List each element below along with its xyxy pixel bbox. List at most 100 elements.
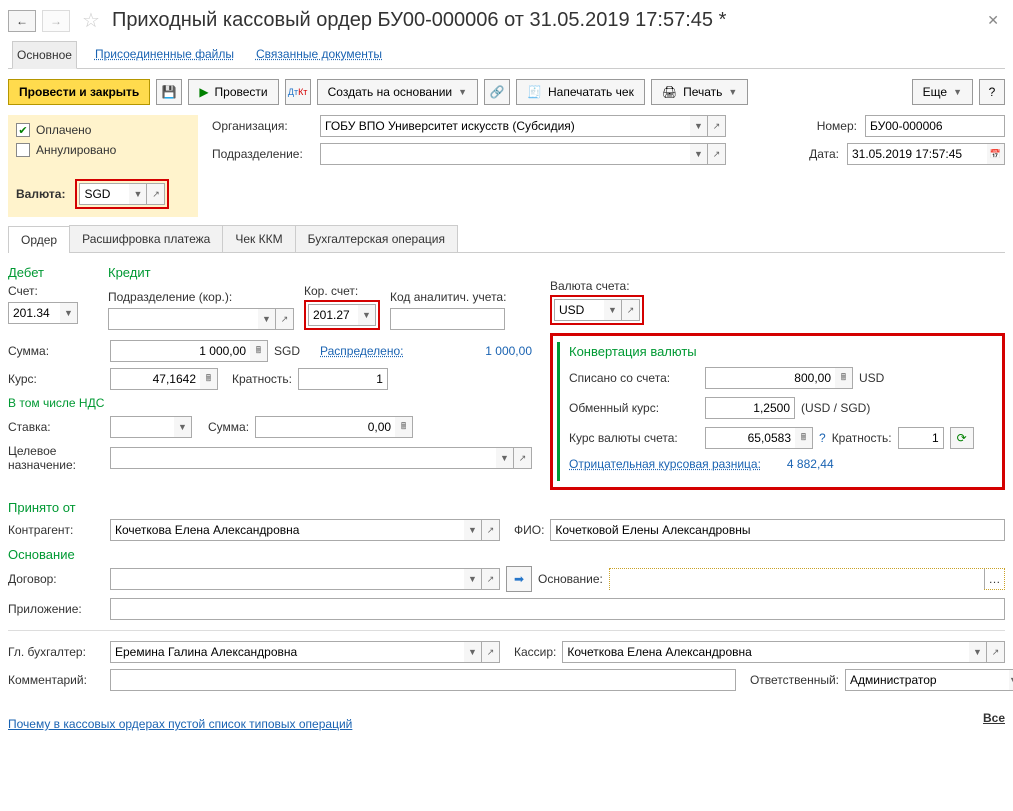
open-ref-button[interactable]: ↗ (708, 143, 726, 165)
dept-cor-label: Подразделение (кор.): (108, 290, 294, 304)
acc-rate-input[interactable] (705, 427, 795, 449)
cancelled-checkbox[interactable]: Аннулировано (16, 143, 190, 157)
mult-input[interactable] (298, 368, 388, 390)
attach-label: Приложение: (8, 602, 104, 616)
sum-input[interactable] (110, 340, 250, 362)
dt-kt-button[interactable]: ДтКт (285, 79, 311, 105)
dropdown-button[interactable]: ▼ (496, 447, 514, 469)
nav-forward-button[interactable]: → (42, 10, 70, 32)
calculator-icon[interactable]: 🖩 (395, 416, 413, 438)
post-close-button[interactable]: Провести и закрыть (8, 79, 150, 105)
help-icon[interactable]: ? (819, 431, 826, 445)
attach-input[interactable] (110, 598, 1005, 620)
open-ref-button[interactable]: ↗ (482, 641, 500, 663)
calculator-icon[interactable]: 🖩 (795, 427, 813, 449)
dropdown-button[interactable]: ▼ (690, 115, 708, 137)
neg-diff-link[interactable]: Отрицательная курсовая разница: (569, 457, 761, 471)
cor-acc-input[interactable] (308, 304, 358, 326)
dropdown-button[interactable]: ▼ (690, 143, 708, 165)
fill-basis-button[interactable]: ➡ (506, 566, 532, 592)
ellipsis-button[interactable]: … (984, 569, 1004, 589)
acc-label: Счет: (8, 284, 78, 298)
fio-input[interactable] (550, 519, 1005, 541)
calendar-icon[interactable]: 📅 (987, 143, 1005, 165)
fio-label: ФИО: (514, 523, 544, 537)
paid-checkbox[interactable]: ✔ Оплачено (16, 123, 190, 137)
open-ref-button[interactable]: ↗ (482, 568, 500, 590)
date-input[interactable] (847, 143, 987, 165)
dropdown-button[interactable]: ▼ (464, 641, 482, 663)
currency-input[interactable] (79, 183, 129, 205)
dept-input[interactable] (320, 143, 690, 165)
nav-back-button[interactable]: ← (8, 10, 36, 32)
refresh-button[interactable]: ⟳ (950, 427, 974, 449)
num-input[interactable] (865, 115, 1005, 137)
tab-decode[interactable]: Расшифровка платежа (69, 225, 223, 252)
anal-input[interactable] (390, 308, 505, 330)
dropdown-button[interactable]: ▼ (604, 299, 622, 321)
dropdown-button[interactable]: ▼ (60, 302, 78, 324)
open-ref-button[interactable]: ↗ (276, 308, 294, 330)
dropdown-button[interactable]: ▼ (174, 416, 192, 438)
print-button[interactable]: 🖨Печать▼ (651, 79, 748, 105)
dropdown-button[interactable]: ▼ (969, 641, 987, 663)
open-ref-button[interactable]: ↗ (514, 447, 532, 469)
resp-input[interactable] (845, 669, 1009, 691)
written-label: Списано со счета: (569, 371, 699, 385)
vat-rate-input[interactable] (110, 416, 174, 438)
favorite-star-icon[interactable]: ☆ (82, 8, 100, 33)
dropdown-button[interactable]: ▼ (464, 568, 482, 590)
dropdown-button[interactable]: ▼ (1009, 669, 1013, 691)
rate-input[interactable] (110, 368, 200, 390)
save-button[interactable]: 💾 (156, 79, 182, 105)
comment-input[interactable] (110, 669, 736, 691)
credit-head: Кредит (108, 265, 532, 280)
close-icon[interactable]: ✕ (981, 12, 1005, 29)
open-ref-button[interactable]: ↗ (482, 519, 500, 541)
tab-files[interactable]: Присоединенные файлы (91, 41, 238, 68)
conv-mult-input[interactable] (898, 427, 944, 449)
tab-related[interactable]: Связанные документы (252, 41, 386, 68)
post-button[interactable]: ▶Провести (188, 79, 278, 105)
tab-kkm[interactable]: Чек ККМ (222, 225, 295, 252)
calculator-icon[interactable]: 🖩 (250, 340, 268, 362)
vat-sum-input[interactable] (255, 416, 395, 438)
chief-input[interactable] (110, 641, 464, 663)
calculator-icon[interactable]: 🖩 (835, 367, 853, 389)
why-empty-link[interactable]: Почему в кассовых ордерах пустой список … (8, 717, 352, 731)
create-based-button[interactable]: Создать на основании▼ (317, 79, 478, 105)
exch-input[interactable] (705, 397, 795, 419)
print-check-button[interactable]: 🧾Напечатать чек (516, 79, 645, 105)
open-ref-button[interactable]: ↗ (708, 115, 726, 137)
acc-curr-input[interactable] (554, 299, 604, 321)
open-ref-button[interactable]: ↗ (147, 183, 165, 205)
open-ref-button[interactable]: ↗ (987, 641, 1005, 663)
calculator-icon[interactable]: 🖩 (200, 368, 218, 390)
cashier-input[interactable] (562, 641, 969, 663)
link-button[interactable]: 🔗 (484, 79, 510, 105)
contragent-input[interactable] (110, 519, 464, 541)
tab-acc[interactable]: Бухгалтерская операция (295, 225, 458, 252)
purpose-input[interactable] (110, 447, 496, 469)
basis-input[interactable] (610, 569, 984, 591)
dept-cor-input[interactable] (108, 308, 258, 330)
tab-main[interactable]: Основное (12, 41, 77, 69)
chevron-down-icon: ▼ (953, 87, 962, 97)
dropdown-button[interactable]: ▼ (464, 519, 482, 541)
contract-input[interactable] (110, 568, 464, 590)
sum-label: Сумма: (8, 344, 104, 358)
tab-order[interactable]: Ордер (8, 226, 70, 253)
written-input[interactable] (705, 367, 835, 389)
distributed-link[interactable]: Распределено: (320, 344, 403, 358)
dropdown-button[interactable]: ▼ (358, 304, 376, 326)
org-input[interactable] (320, 115, 690, 137)
dropdown-button[interactable]: ▼ (258, 308, 276, 330)
open-ref-button[interactable]: ↗ (622, 299, 640, 321)
resp-label: Ответственный: (750, 673, 839, 687)
debit-acc-input[interactable] (8, 302, 60, 324)
help-button[interactable]: ? (979, 79, 1005, 105)
dropdown-button[interactable]: ▼ (129, 183, 147, 205)
more-button[interactable]: Еще▼ (912, 79, 973, 105)
chevron-down-icon: ▼ (728, 87, 737, 97)
all-link[interactable]: Все (983, 711, 1005, 725)
